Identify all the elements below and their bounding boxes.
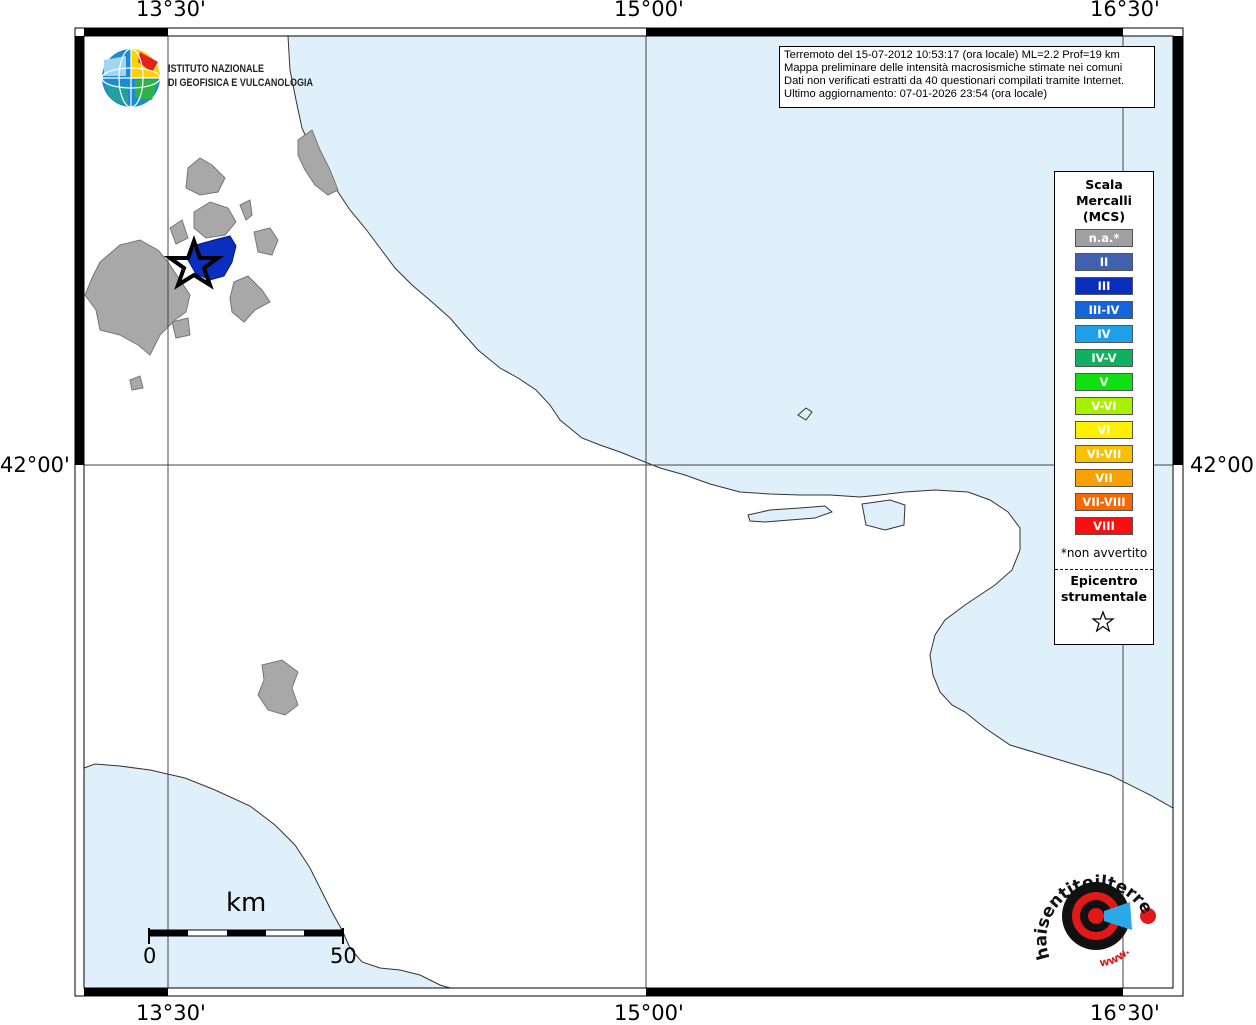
adriatic-sea (287, 35, 1174, 809)
bottom-coord-1: 13°30' (136, 1001, 206, 1025)
svg-text:www.: www. (1099, 945, 1133, 969)
varano-lagoon (861, 499, 906, 531)
info-line-3: Dati non verificati estratti da 40 quest… (784, 75, 1125, 87)
legend-title-3: (MCS) (1082, 209, 1126, 224)
legend-item: n.a.* (1075, 229, 1133, 247)
legend-item: IV-V (1075, 349, 1133, 367)
legend-item: VI (1075, 421, 1133, 439)
legend-item: VI-VII (1075, 445, 1133, 463)
haisentito-logo-text: haisentitoilterremoto.it www. (1030, 858, 1157, 969)
ingv-logo-icon (101, 48, 161, 108)
institute-line-2: DI GEOFISICA E VULCANOLOGIA (168, 77, 313, 89)
legend-item: VII (1075, 469, 1133, 487)
legend-item: VII-VIII (1075, 493, 1133, 511)
institute-name: ISTITUTO NAZIONALE DI GEOFISICA E VULCAN… (168, 62, 313, 90)
haisentito-www: www. (1099, 945, 1133, 969)
legend-item: V-VI (1075, 397, 1133, 415)
top-coord-3: 16°30' (1090, 0, 1160, 21)
legend-divider (1055, 569, 1153, 570)
bottom-coord-2: 15°00' (614, 1001, 684, 1025)
legend-item: VIII (1075, 517, 1133, 535)
scale-end: 50 (330, 944, 357, 968)
legend-item: III (1075, 277, 1133, 295)
legend-title-1: Scala (1085, 177, 1123, 192)
top-coord-2: 15°00' (614, 0, 684, 21)
scale-unit: km (226, 888, 267, 918)
institute-line-1: ISTITUTO NAZIONALE (168, 63, 265, 75)
legend-title: Scala Mercalli (MCS) (1055, 177, 1153, 225)
info-box: Terremoto del 15-07-2012 10:53:17 (ora l… (779, 46, 1155, 108)
info-line-4: Ultimo aggiornamento: 07-01-2026 23:54 (… (784, 88, 1048, 100)
top-coord-1: 13°30' (136, 0, 206, 21)
legend: Scala Mercalli (MCS) n.a.* II III III-IV IV I… (1054, 171, 1154, 645)
legend-note: *non avvertito (1060, 546, 1148, 560)
legend-title-2: Mercalli (1076, 193, 1132, 208)
lower-right-sea (1120, 36, 1173, 40)
legend-item: III-IV (1075, 301, 1133, 319)
tyrrhenian-sea (83, 763, 451, 989)
legend-epicenter-label: Epicentro strumentale (1055, 573, 1153, 605)
legend-item: IV (1075, 325, 1133, 343)
lat-label-right: 42°00' (1190, 453, 1256, 477)
svg-text:haisentitoilterremoto.it: haisentitoilterremoto.it (1030, 858, 1157, 962)
legend-epicenter-line-2: strumentale (1060, 589, 1148, 604)
haisentito-url: haisentitoilterremoto.it (1030, 858, 1157, 962)
scale-start: 0 (143, 944, 157, 968)
legend-item: V (1075, 373, 1133, 391)
legend-epicenter-line-1: Epicentro (1070, 573, 1138, 588)
info-line-1: Terremoto del 15-07-2012 10:53:17 (ora l… (784, 49, 1120, 61)
felt-areas (84, 129, 339, 716)
legend-star-icon (1091, 610, 1115, 633)
legend-item: II (1075, 253, 1133, 271)
bottom-coord-3: 16°30' (1090, 1001, 1160, 1025)
info-line-2: Mappa preliminare delle intensità macros… (784, 62, 1123, 74)
lesina-lagoon (747, 505, 833, 523)
lat-label-left: 42°00' (0, 453, 70, 477)
